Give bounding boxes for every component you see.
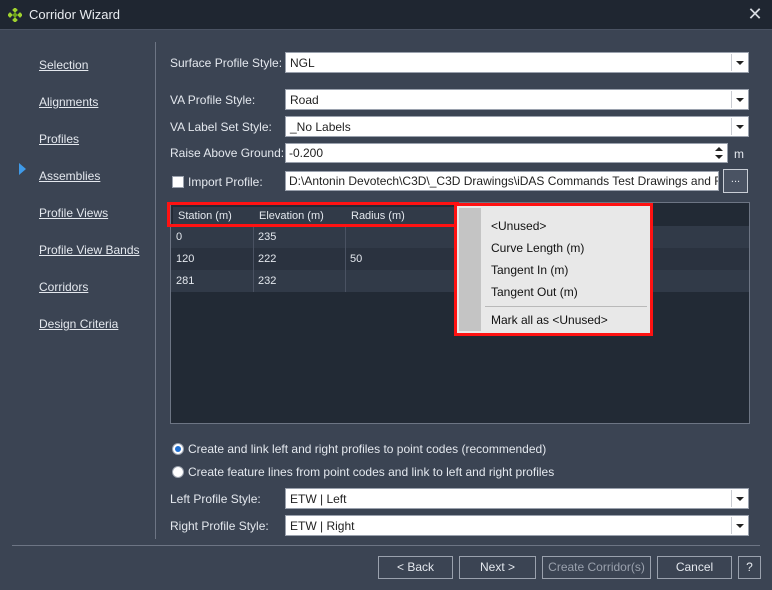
menu-item-mark-all-unused[interactable]: Mark all as <Unused> <box>491 313 608 327</box>
raise-unit: m <box>734 147 744 161</box>
close-icon[interactable]: ✕ <box>744 3 766 25</box>
chevron-down-icon[interactable] <box>731 54 747 71</box>
left-profile-style-select[interactable]: ETW | Left <box>285 488 749 509</box>
va-label-set-style-value: _No Labels <box>290 120 351 134</box>
va-profile-style-label: VA Profile Style: <box>170 93 256 107</box>
nav-item-alignments[interactable]: Alignments <box>39 95 98 109</box>
menu-item-unused[interactable]: <Unused> <box>491 219 546 233</box>
chevron-down-icon[interactable] <box>731 517 747 534</box>
menu-separator <box>485 306 647 307</box>
nav-item-profile-view-bands[interactable]: Profile View Bands <box>39 243 140 257</box>
vertical-divider <box>155 42 156 539</box>
active-step-arrow-icon <box>19 163 26 175</box>
radio-link-profiles-label[interactable]: Create and link left and right profiles … <box>188 442 546 456</box>
left-profile-style-value: ETW | Left <box>290 492 347 506</box>
column-header-elevation[interactable]: Elevation (m) <box>259 210 324 222</box>
create-corridor-button[interactable]: Create Corridor(s) <box>542 556 651 579</box>
column-header-radius[interactable]: Radius (m) <box>351 210 405 222</box>
raise-above-ground-input[interactable]: -0.200 <box>285 143 728 163</box>
import-profile-label: Import Profile: <box>188 175 263 189</box>
right-profile-style-select[interactable]: ETW | Right <box>285 515 749 536</box>
right-profile-style-label: Right Profile Style: <box>170 519 269 533</box>
column-context-menu: <Unused> Curve Length (m) Tangent In (m)… <box>454 203 653 336</box>
radio-feature-lines[interactable] <box>172 466 184 478</box>
va-profile-style-select[interactable]: Road <box>285 89 749 110</box>
next-button[interactable]: Next > <box>459 556 536 579</box>
cell-station[interactable]: 281 <box>176 275 194 287</box>
menu-item-tangent-in[interactable]: Tangent In (m) <box>491 263 568 277</box>
left-profile-style-label: Left Profile Style: <box>170 492 261 506</box>
window-title: Corridor Wizard <box>29 7 121 22</box>
import-profile-path-value: D:\Antonin Devotech\C3D\_C3D Drawings\iD… <box>289 174 719 188</box>
nav-item-selection[interactable]: Selection <box>39 58 88 72</box>
cell-station[interactable]: 120 <box>176 253 194 265</box>
cell-radius[interactable]: 50 <box>350 253 362 265</box>
spin-up-icon[interactable] <box>715 147 723 151</box>
cell-elevation[interactable]: 222 <box>258 253 276 265</box>
va-label-set-style-select[interactable]: _No Labels <box>285 116 749 137</box>
menu-item-curve-length[interactable]: Curve Length (m) <box>491 241 584 255</box>
nav-item-design-criteria[interactable]: Design Criteria <box>39 317 118 331</box>
nav-item-assemblies[interactable]: Assemblies <box>39 169 100 183</box>
nav-item-profiles[interactable]: Profiles <box>39 132 79 146</box>
va-label-set-style-label: VA Label Set Style: <box>170 120 272 134</box>
nav-item-corridors[interactable]: Corridors <box>39 280 88 294</box>
chevron-down-icon[interactable] <box>731 118 747 135</box>
help-button[interactable]: ? <box>738 556 761 579</box>
horizontal-divider <box>12 545 760 546</box>
menu-gutter <box>459 208 481 331</box>
surface-profile-style-select[interactable]: NGL <box>285 52 749 73</box>
right-profile-style-value: ETW | Right <box>290 519 355 533</box>
title-bar: Corridor Wizard ✕ <box>0 0 772 30</box>
chevron-down-icon[interactable] <box>731 91 747 108</box>
menu-item-tangent-out[interactable]: Tangent Out (m) <box>491 285 578 299</box>
surface-profile-style-value: NGL <box>290 56 315 70</box>
import-profile-path-input[interactable]: D:\Antonin Devotech\C3D\_C3D Drawings\iD… <box>285 171 719 191</box>
spin-buttons[interactable] <box>712 145 726 161</box>
raise-above-ground-value: -0.200 <box>289 146 324 160</box>
nav-item-profile-views[interactable]: Profile Views <box>39 206 108 220</box>
column-header-station[interactable]: Station (m) <box>178 210 232 222</box>
spin-down-icon[interactable] <box>715 155 723 159</box>
raise-above-ground-label: Raise Above Ground: <box>170 146 285 160</box>
back-button[interactable]: < Back <box>378 556 453 579</box>
surface-profile-style-label: Surface Profile Style: <box>170 56 283 70</box>
va-profile-style-value: Road <box>290 93 319 107</box>
cell-elevation[interactable]: 232 <box>258 275 276 287</box>
corridor-wizard-logo-icon <box>8 8 22 22</box>
cancel-button[interactable]: Cancel <box>657 556 732 579</box>
import-profile-checkbox[interactable] <box>172 176 184 188</box>
radio-feature-lines-label[interactable]: Create feature lines from point codes an… <box>188 465 554 479</box>
cell-station[interactable]: 0 <box>176 231 182 243</box>
chevron-down-icon[interactable] <box>731 490 747 507</box>
cell-elevation[interactable]: 235 <box>258 231 276 243</box>
browse-button[interactable]: ... <box>723 169 748 193</box>
radio-link-profiles[interactable] <box>172 443 184 455</box>
